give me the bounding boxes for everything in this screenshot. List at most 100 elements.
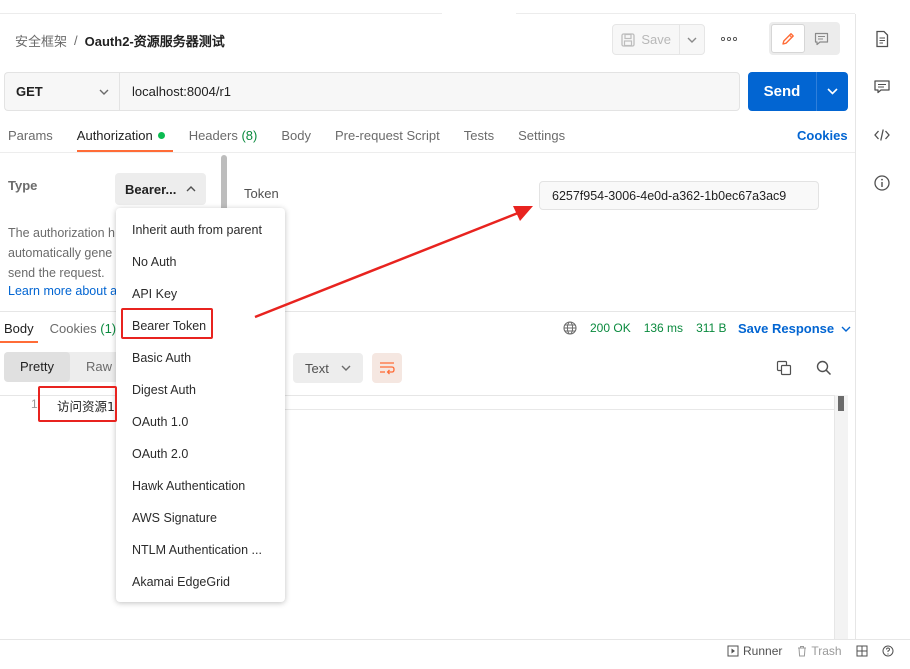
save-button[interactable]: Save <box>613 25 681 54</box>
url-value: localhost:8004/r1 <box>132 84 232 99</box>
response-cookies-count: (1) <box>100 321 117 336</box>
save-label: Save <box>641 32 671 47</box>
editor-current-line <box>285 409 835 410</box>
auth-type-select[interactable]: Bearer... <box>115 173 206 205</box>
chevron-down-icon <box>99 89 109 95</box>
auth-type-value: Bearer... <box>125 181 177 197</box>
breadcrumb: 安全框架 / Oauth2-资源服务器测试 <box>15 31 225 50</box>
comments-icon[interactable] <box>873 78 891 96</box>
content-type-select[interactable]: Text <box>293 353 363 383</box>
help-icon[interactable] <box>882 645 894 657</box>
tab-headers[interactable]: Headers (8) <box>189 128 258 152</box>
right-context-sidebar <box>855 14 910 639</box>
breadcrumb-separator: / <box>74 33 78 48</box>
menu-item-no-auth[interactable]: No Auth <box>116 246 285 278</box>
menu-item-aws-signature[interactable]: AWS Signature <box>116 502 285 534</box>
tab-params[interactable]: Params <box>8 128 53 152</box>
method-select[interactable]: GET <box>4 72 120 111</box>
save-icon <box>621 32 635 47</box>
info-icon[interactable] <box>873 174 891 192</box>
chevron-up-icon <box>186 186 196 192</box>
breadcrumb-parent[interactable]: 安全框架 <box>15 31 67 50</box>
response-format-tabs: Pretty Raw <box>4 352 128 382</box>
send-button[interactable]: Send <box>748 83 816 100</box>
menu-item-akamai-edgegrid[interactable]: Akamai EdgeGrid <box>116 566 285 598</box>
tabs-divider <box>0 152 855 153</box>
tab-pre-request-script[interactable]: Pre-request Script <box>335 128 440 152</box>
method-value: GET <box>16 84 43 99</box>
menu-item-basic-auth[interactable]: Basic Auth <box>116 342 285 374</box>
runner-button[interactable]: Runner <box>727 644 782 658</box>
save-response-button[interactable]: Save Response <box>738 321 851 336</box>
menu-item-digest-auth[interactable]: Digest Auth <box>116 374 285 406</box>
layout-icon[interactable] <box>856 645 868 657</box>
globe-icon[interactable] <box>563 321 577 335</box>
tab-tests[interactable]: Tests <box>464 128 494 152</box>
edit-mode-button[interactable] <box>771 24 805 53</box>
response-body-highlight <box>38 386 117 422</box>
token-value: 6257f954-3006-4e0d-a362-1b0ec67a3ac9 <box>552 188 787 203</box>
auth-type-label: Type <box>8 178 38 193</box>
line-number: 1 <box>31 397 38 411</box>
response-status-bar: 200 OK 136 ms 311 B <box>563 321 727 335</box>
menu-item-ntlm-auth[interactable]: NTLM Authentication ... <box>116 534 285 566</box>
trash-icon <box>798 646 807 657</box>
token-label: Token <box>244 186 279 201</box>
status-footer: Runner Trash <box>727 644 894 658</box>
format-pretty[interactable]: Pretty <box>4 352 70 382</box>
learn-more-link[interactable]: Learn more about a <box>8 283 120 299</box>
request-name[interactable]: Oauth2-资源服务器测试 <box>85 31 225 50</box>
wrap-lines-icon <box>380 362 395 375</box>
copy-icon[interactable] <box>776 360 792 376</box>
view-mode-toggle <box>769 22 840 55</box>
more-options-button[interactable] <box>716 30 742 48</box>
save-response-label: Save Response <box>738 321 835 336</box>
comment-doc-icon <box>814 32 829 45</box>
token-input[interactable]: 6257f954-3006-4e0d-a362-1b0ec67a3ac9 <box>539 181 819 210</box>
search-icon[interactable] <box>816 360 832 376</box>
url-input[interactable]: localhost:8004/r1 <box>119 72 740 111</box>
menu-item-hawk-auth[interactable]: Hawk Authentication <box>116 470 285 502</box>
runner-icon <box>727 645 739 657</box>
auth-panel-scrollbar[interactable] <box>221 155 227 215</box>
window-top-strip <box>0 0 855 14</box>
response-tabs: Body Cookies (1) <box>0 321 132 343</box>
footer-divider <box>0 639 910 640</box>
response-size[interactable]: 311 B <box>696 321 726 335</box>
request-tabs: Params Authorization Headers (8) Body Pr… <box>8 128 589 152</box>
menu-item-api-key[interactable]: API Key <box>116 278 285 310</box>
menu-item-oauth-2[interactable]: OAuth 2.0 <box>116 438 285 470</box>
pencil-icon <box>782 32 794 45</box>
send-options-chevron-down-icon[interactable] <box>817 88 848 95</box>
save-options-chevron-down-icon[interactable] <box>680 25 704 54</box>
wrap-lines-button[interactable] <box>372 353 402 383</box>
headers-count: (8) <box>241 128 258 143</box>
code-icon[interactable] <box>873 126 891 144</box>
chevron-down-icon <box>341 365 351 371</box>
auth-description: The authorization h automatically gene s… <box>8 223 120 299</box>
ellipsis-icon <box>721 37 737 41</box>
menu-item-inherit-auth[interactable]: Inherit auth from parent <box>116 214 285 246</box>
chevron-down-icon <box>841 326 851 332</box>
tab-body[interactable]: Body <box>281 128 311 152</box>
response-time[interactable]: 136 ms <box>644 321 683 335</box>
trash-button[interactable]: Trash <box>796 644 842 658</box>
auth-type-menu: Inherit auth from parent No Auth API Key… <box>116 208 285 602</box>
window-top-gap <box>442 0 516 15</box>
tab-response-body[interactable]: Body <box>0 321 38 343</box>
status-code[interactable]: 200 OK <box>590 321 631 335</box>
tab-response-cookies[interactable]: Cookies (1) <box>50 321 116 336</box>
editor-scrollbar-thumb[interactable] <box>838 396 844 411</box>
document-icon[interactable] <box>873 30 891 48</box>
save-button-group: Save <box>612 24 705 55</box>
bearer-token-highlight <box>121 308 213 339</box>
content-type-value: Text <box>305 360 329 376</box>
cookies-link[interactable]: Cookies <box>797 128 848 143</box>
documentation-mode-button[interactable] <box>805 24 838 53</box>
tab-authorization[interactable]: Authorization <box>76 128 173 152</box>
auth-status-dot <box>157 132 165 139</box>
menu-item-oauth-1[interactable]: OAuth 1.0 <box>116 406 285 438</box>
tab-settings[interactable]: Settings <box>518 128 565 152</box>
send-button-group: Send <box>748 72 848 111</box>
editor-scrollbar[interactable] <box>834 395 848 640</box>
